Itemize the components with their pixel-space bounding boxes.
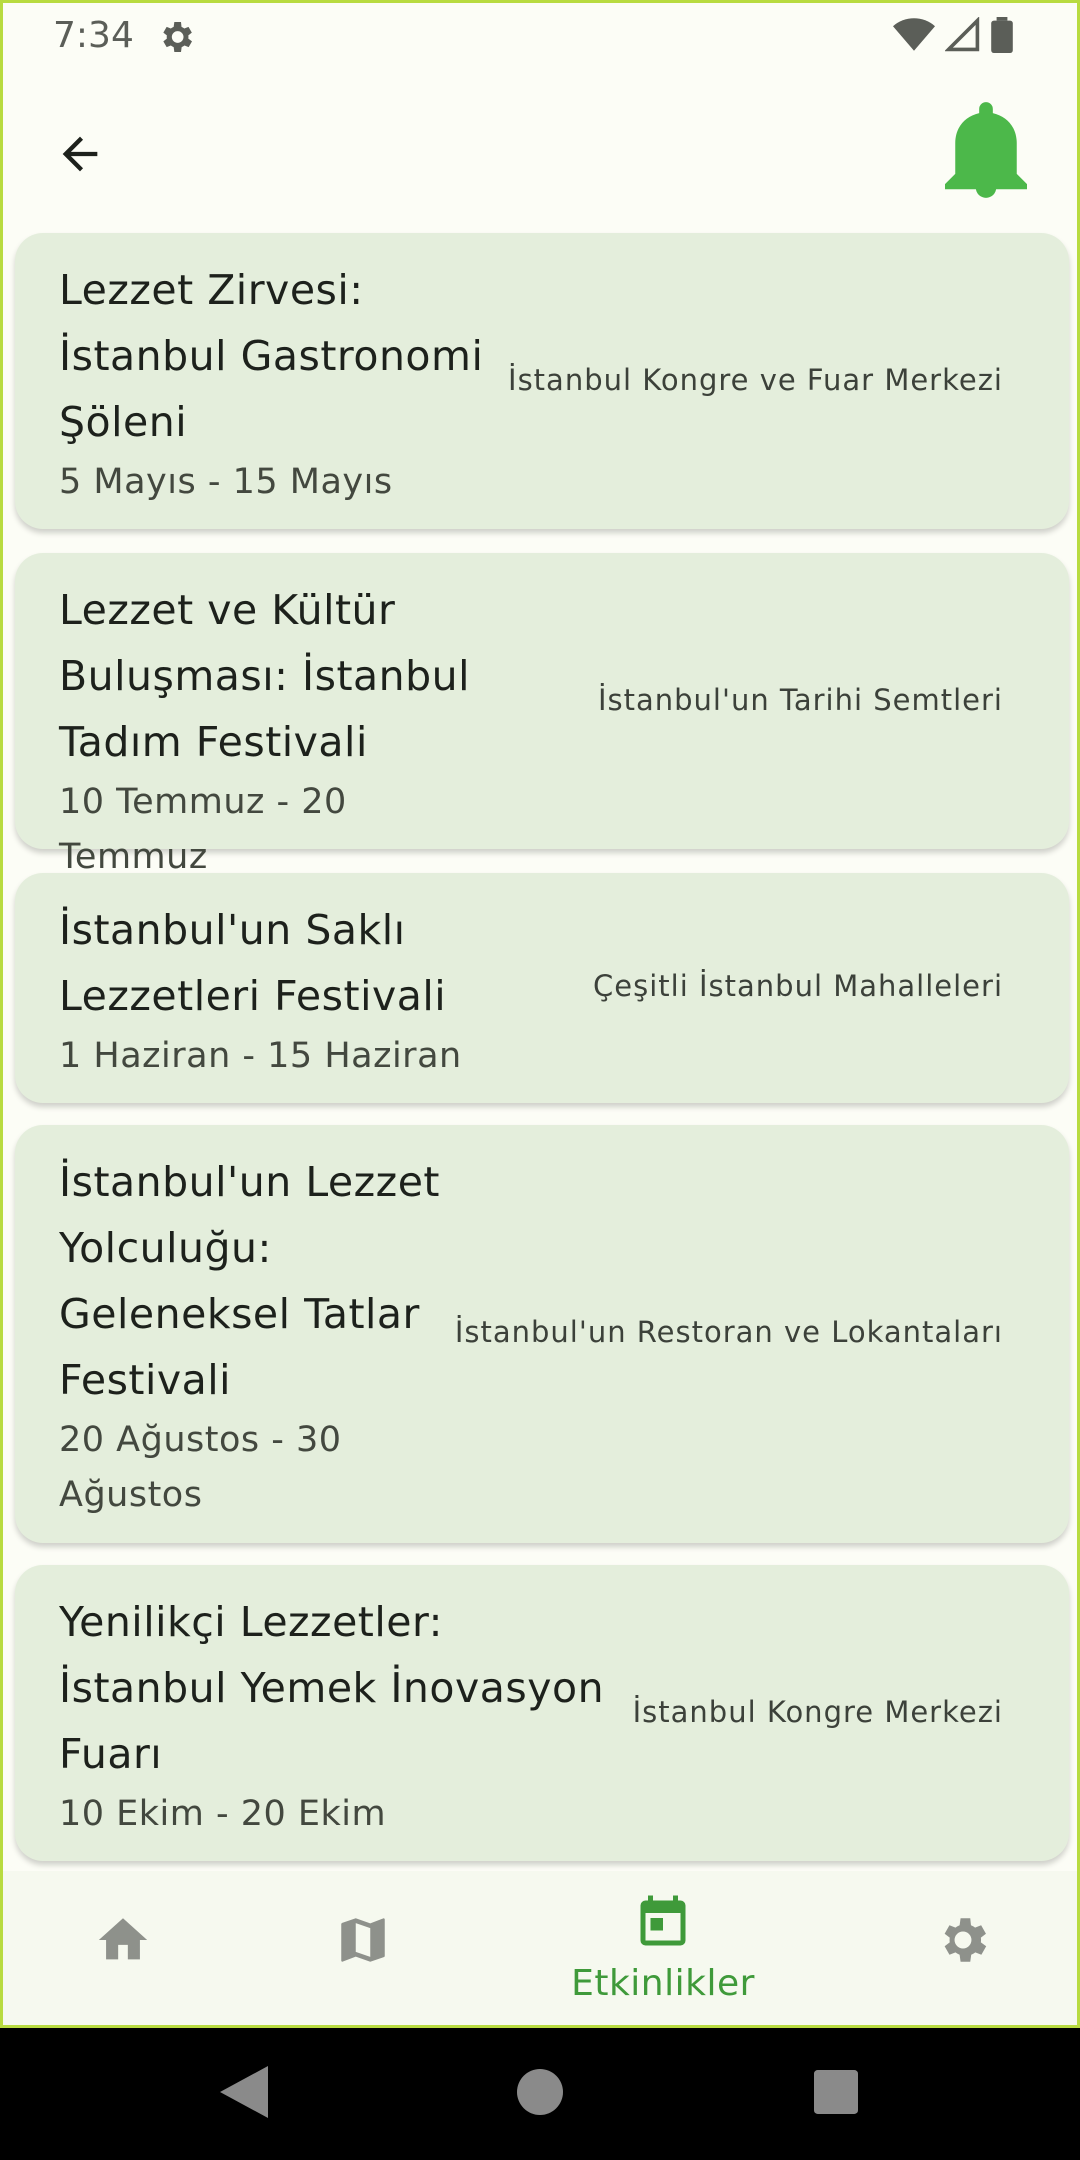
signal-icon <box>944 16 981 57</box>
back-button[interactable] <box>45 121 115 191</box>
nav-settings[interactable] <box>913 1871 1013 2025</box>
square-recents-icon <box>814 2070 858 2118</box>
event-info: Lezzet ve Kültür Buluşması: İstanbul Tad… <box>59 577 499 885</box>
settings-icon <box>934 1911 992 1973</box>
event-info: İstanbul'un Lezzet Yolculuğu: Geleneksel… <box>59 1149 459 1523</box>
event-info: Yenilikçi Lezzetler: İstanbul Yemek İnov… <box>59 1589 619 1842</box>
event-location: İstanbul Kongre Merkezi <box>632 1695 1003 1729</box>
event-title: İstanbul'un Lezzet Yolculuğu: Geleneksel… <box>59 1158 441 1404</box>
app-screen: 7:34 Lezzet Zirvesi: İstanbul Gastronomi… <box>0 0 1080 2028</box>
event-location: İstanbul Kongre ve Fuar Merkezi <box>508 363 1003 397</box>
app-bar <box>3 73 1077 223</box>
triangle-back-icon <box>220 2066 268 2122</box>
event-dates: 10 Ekim - 20 Ekim <box>59 1794 387 1834</box>
event-location: İstanbul'un Restoran ve Lokantaları <box>454 1315 1003 1349</box>
status-bar: 7:34 <box>3 3 1077 73</box>
event-title: İstanbul'un Saklı Lezzetleri Festivali <box>59 906 447 1020</box>
event-title: Lezzet Zirvesi: İstanbul Gastronomi Şöle… <box>59 266 484 446</box>
settings-gear-icon <box>156 17 196 57</box>
arrow-back-icon <box>54 128 106 184</box>
event-info: İstanbul'un Saklı Lezzetleri Festivali 1… <box>59 897 499 1084</box>
nav-events-label: Etkinlikler <box>571 1963 755 2004</box>
system-navigation-bar <box>0 2028 1080 2160</box>
event-card[interactable]: İstanbul'un Saklı Lezzetleri Festivali 1… <box>15 873 1069 1103</box>
event-card[interactable]: Yenilikçi Lezzetler: İstanbul Yemek İnov… <box>15 1565 1069 1861</box>
event-location: İstanbul'un Tarihi Semtleri <box>597 683 1003 717</box>
status-icons <box>893 16 1013 57</box>
event-card[interactable]: Lezzet Zirvesi: İstanbul Gastronomi Şöle… <box>15 233 1069 529</box>
event-card[interactable]: İstanbul'un Lezzet Yolculuğu: Geleneksel… <box>15 1125 1069 1543</box>
calendar-icon <box>633 1893 693 1957</box>
home-icon <box>94 1911 152 1973</box>
event-title: Yenilikçi Lezzetler: İstanbul Yemek İnov… <box>59 1598 605 1778</box>
event-card[interactable]: Lezzet ve Kültür Buluşması: İstanbul Tad… <box>15 553 1069 877</box>
event-dates: 20 Ağustos - 30 Ağustos <box>59 1420 342 1515</box>
circle-home-icon <box>517 2069 563 2119</box>
event-dates: 10 Temmuz - 20 Temmuz <box>59 782 347 877</box>
battery-icon <box>991 17 1013 57</box>
nav-map[interactable] <box>313 1871 413 2025</box>
notifications-button[interactable] <box>931 97 1041 207</box>
event-dates: 5 Mayıs - 15 Mayıs <box>59 462 393 502</box>
nav-events[interactable]: Etkinlikler <box>563 1871 763 2025</box>
event-info: Lezzet Zirvesi: İstanbul Gastronomi Şöle… <box>59 257 499 510</box>
event-location: Çeşitli İstanbul Mahalleleri <box>593 969 1003 1003</box>
system-back-button[interactable] <box>214 2064 274 2124</box>
nav-home[interactable] <box>73 1871 173 2025</box>
map-icon <box>334 1911 392 1973</box>
event-title: Lezzet ve Kültür Buluşması: İstanbul Tad… <box>59 586 471 766</box>
bell-icon <box>945 102 1027 202</box>
event-dates: 1 Haziran - 15 Haziran <box>59 1036 462 1076</box>
system-home-button[interactable] <box>510 2064 570 2124</box>
bottom-navigation: Etkinlikler <box>3 1871 1077 2025</box>
system-recents-button[interactable] <box>806 2064 866 2124</box>
status-time: 7:34 <box>53 15 134 56</box>
wifi-icon <box>893 17 935 57</box>
